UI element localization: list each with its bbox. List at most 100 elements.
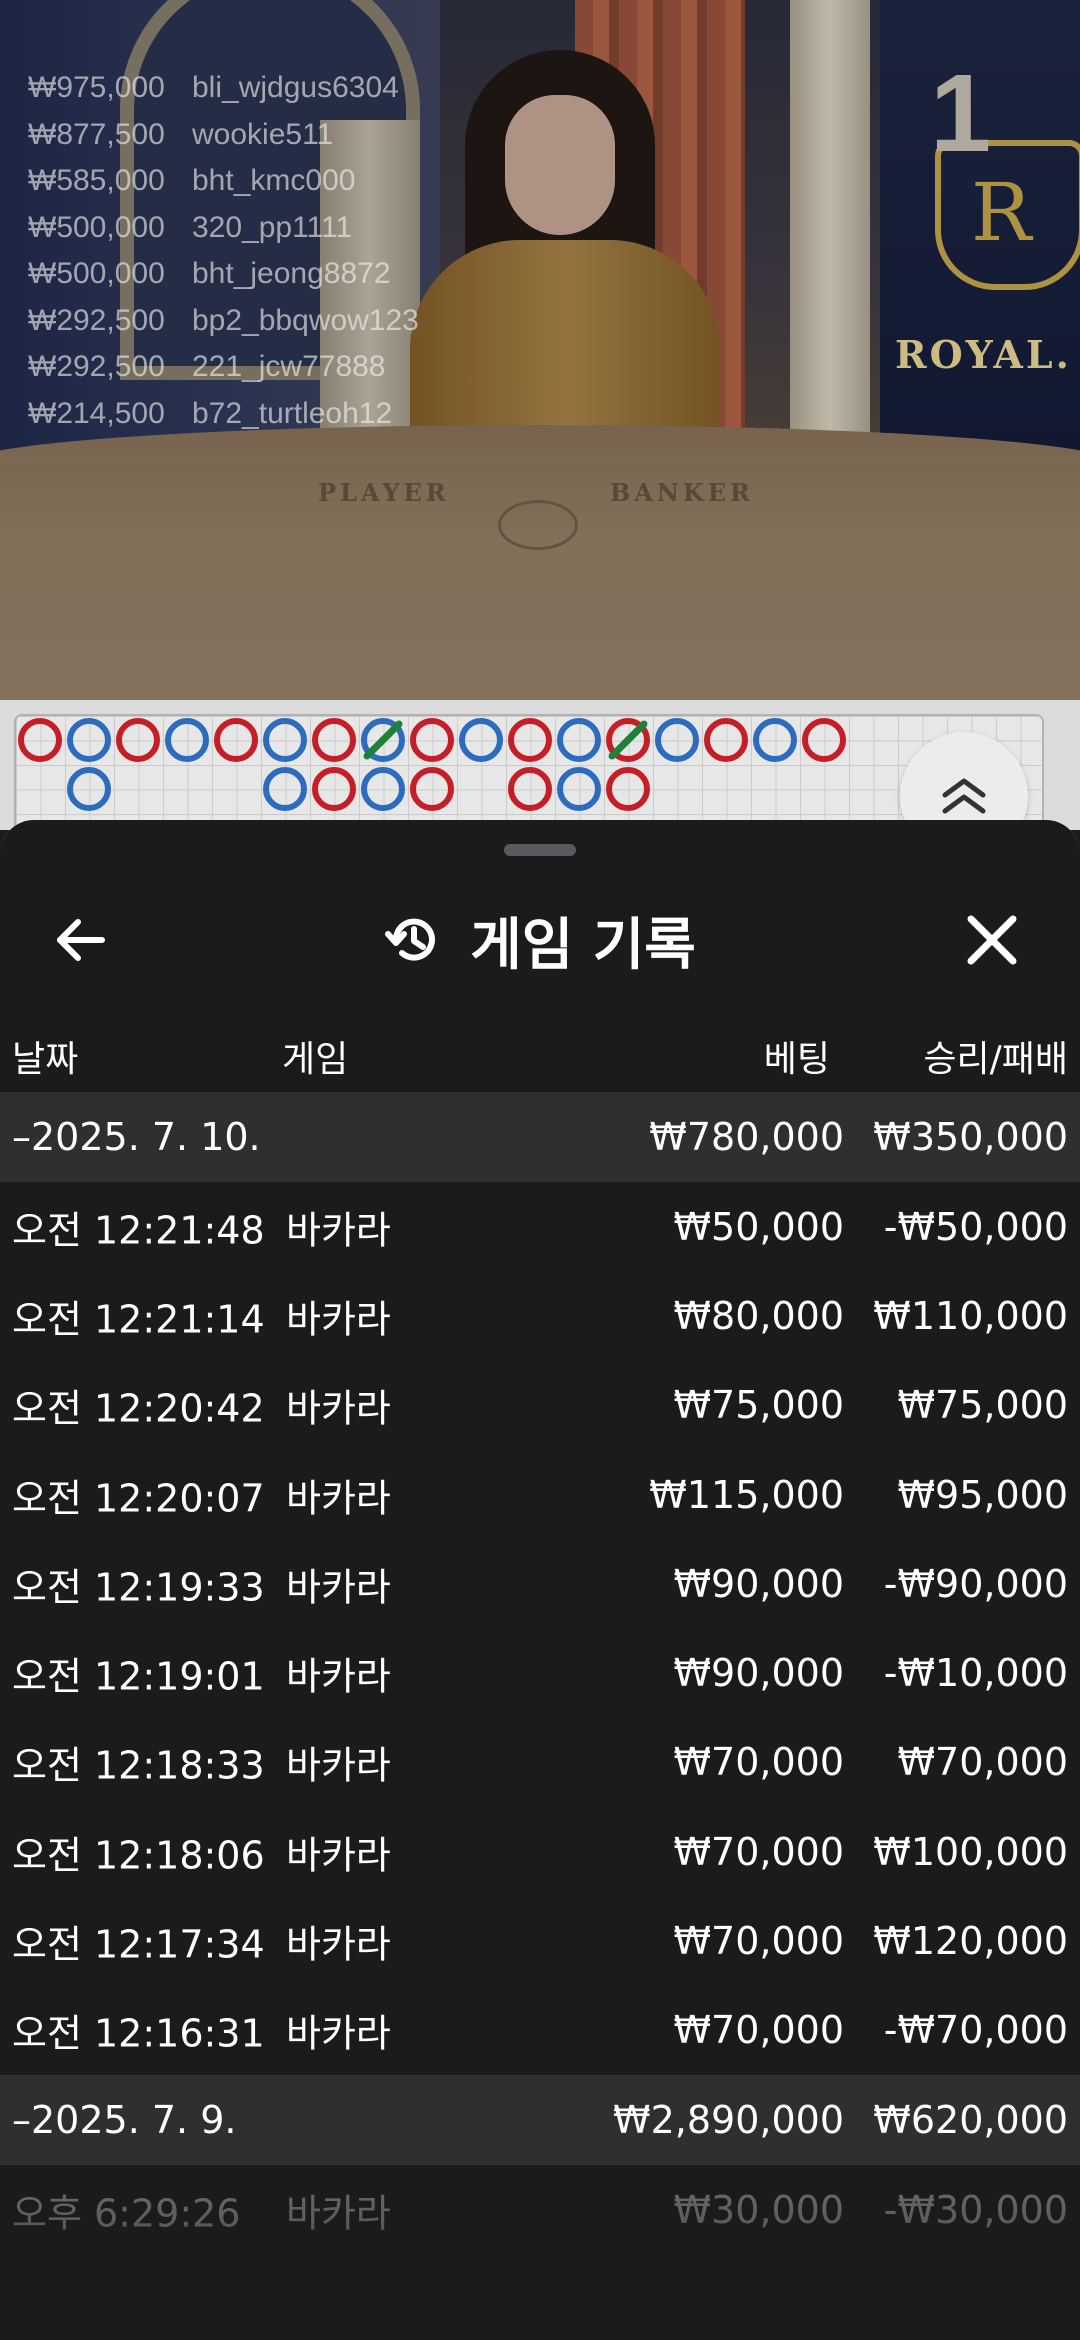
player-bead	[67, 767, 111, 811]
tie-mark	[363, 720, 403, 760]
back-button[interactable]	[40, 900, 120, 980]
ranking-amount: ₩975,000	[28, 71, 165, 105]
banker-bead	[312, 767, 356, 811]
record-result: -₩10,000	[883, 1651, 1068, 1696]
record-bet: ₩115,000	[649, 1472, 844, 1517]
ranking-row: ₩975,000 bli_wjdgus6304	[28, 65, 419, 112]
player-bead	[459, 718, 503, 762]
record-result: ₩95,000	[897, 1472, 1068, 1517]
record-game: 바카라	[286, 1743, 391, 1788]
ranking-row: ₩292,500 221_jcw77888	[28, 344, 419, 391]
brand-text: ROYAL.	[895, 332, 1072, 377]
record-result: ₩70,000	[897, 1740, 1068, 1785]
record-result: ₩120,000	[873, 1919, 1068, 1964]
table-row[interactable]: 오전 12:20:07 바카라 ₩115,000 ₩95,000	[0, 1450, 1080, 1539]
player-bead	[655, 718, 699, 762]
record-game: 바카라	[286, 2011, 391, 2056]
column-header-bet: 베팅	[763, 1039, 830, 1080]
ranking-amount: ₩877,500	[28, 117, 165, 151]
record-bet: ₩90,000	[673, 1651, 844, 1696]
ranking-user: bp2_bbqwow123	[192, 303, 419, 337]
banker-bead	[18, 718, 62, 762]
table-row[interactable]: 오전 12:19:01 바카라 ₩90,000 -₩10,000	[0, 1628, 1080, 1717]
ranking-amount: ₩500,000	[28, 257, 165, 291]
record-bet: ₩75,000	[673, 1383, 844, 1428]
table-row[interactable]: 오전 12:21:14 바카라 ₩80,000 ₩110,000	[0, 1271, 1080, 1360]
record-result: ₩110,000	[873, 1293, 1068, 1338]
table-row[interactable]: 오후 6:29:26 바카라 ₩30,000 -₩30,000	[0, 2165, 1080, 2254]
record-result: -₩70,000	[883, 2008, 1068, 2053]
table-row[interactable]: 오전 12:18:33 바카라 ₩70,000 ₩70,000	[0, 1718, 1080, 1807]
ranking-user: bht_kmc000	[192, 164, 356, 198]
table-row[interactable]: 오전 12:18:06 바카라 ₩70,000 ₩100,000	[0, 1807, 1080, 1896]
banker-bead	[704, 718, 748, 762]
player-bead	[67, 718, 111, 762]
road-marks	[18, 718, 846, 811]
record-bet: ₩70,000	[673, 1919, 844, 1964]
ranking-row: ₩292,500 bp2_bbqwow123	[28, 298, 419, 345]
banker-bead	[606, 767, 650, 811]
record-bet: ₩70,000	[673, 1740, 844, 1785]
banker-bead	[410, 767, 454, 811]
column-headers: 날짜 게임 베팅 승리/패배	[0, 1010, 1080, 1090]
record-game: 바카라	[286, 1654, 391, 1699]
record-time: 오전 12:20:07	[12, 1476, 265, 1521]
date-group-header[interactable]: –2025. 7. 9. ₩2,890,000 ₩620,000	[0, 2074, 1080, 2165]
record-game: 바카라	[286, 1476, 391, 1521]
record-bet: ₩70,000	[673, 1829, 844, 1874]
ranking-row: ₩585,000 bht_kmc000	[28, 158, 419, 205]
group-bet-total: ₩2,890,000	[613, 2097, 844, 2142]
game-history-sheet: 게임 기록 날짜 게임 베팅 승리/패배 –2025. 7. 10. ₩780,0…	[0, 820, 1080, 2340]
record-bet: ₩90,000	[673, 1561, 844, 1606]
record-bet: ₩30,000	[673, 2187, 844, 2232]
group-result-total: ₩620,000	[873, 2097, 1068, 2142]
banker-bead	[508, 718, 552, 762]
record-time: 오전 12:16:31	[12, 2011, 265, 2056]
table-row[interactable]: 오전 12:20:42 바카라 ₩75,000 ₩75,000	[0, 1361, 1080, 1450]
table-row[interactable]: 오전 12:17:34 바카라 ₩70,000 ₩120,000	[0, 1896, 1080, 1985]
banker-bead	[116, 718, 160, 762]
record-time: 오전 12:21:48	[12, 1208, 265, 1253]
sheet-drag-handle[interactable]	[504, 844, 576, 856]
table-label-banker: BANKER	[610, 478, 754, 507]
ranking-user: 320_pp1111	[192, 210, 353, 244]
baccarat-table	[0, 425, 1080, 700]
banker-bead	[508, 767, 552, 811]
tie-mark	[608, 720, 648, 760]
player-bead	[557, 767, 601, 811]
record-game: 바카라	[286, 1565, 391, 1610]
banker-bead	[214, 718, 258, 762]
table-row[interactable]: 오전 12:16:31 바카라 ₩70,000 -₩70,000	[0, 1986, 1080, 2075]
winner-ranking-list: ₩975,000 bli_wjdgus6304 ₩877,500 wookie511 ₩…	[28, 65, 419, 437]
sheet-title: 게임 기록	[470, 912, 696, 978]
ranking-user: wookie511	[192, 117, 334, 151]
ranking-user: bli_wjdgus6304	[192, 71, 399, 105]
record-time: 오전 12:20:42	[12, 1386, 265, 1431]
record-time: 오전 12:17:34	[12, 1922, 265, 1967]
table-label-player: PLAYER	[318, 478, 450, 507]
record-result: -₩30,000	[883, 2187, 1068, 2232]
record-game: 바카라	[286, 1297, 391, 1342]
date-group-header[interactable]: –2025. 7. 10. ₩780,000 ₩350,000	[0, 1092, 1080, 1182]
player-bead	[753, 718, 797, 762]
ranking-amount: ₩292,500	[28, 350, 165, 384]
banker-bead	[312, 718, 356, 762]
dealer	[410, 40, 720, 500]
close-button[interactable]	[952, 900, 1032, 980]
record-time: 오전 12:18:06	[12, 1833, 265, 1878]
table-row[interactable]: 오전 12:21:48 바카라 ₩50,000 -₩50,000	[0, 1182, 1080, 1271]
table-logo	[498, 500, 578, 550]
game-record-list: –2025. 7. 10. ₩780,000 ₩350,000 오전 12:21:48…	[0, 1092, 1080, 2254]
record-time: 오전 12:21:14	[12, 1297, 265, 1342]
table-row[interactable]: 오전 12:19:33 바카라 ₩90,000 -₩90,000	[0, 1539, 1080, 1628]
player-bead	[263, 767, 307, 811]
ranking-row: ₩500,000 320_pp1111	[28, 205, 419, 252]
ranking-amount: ₩585,000	[28, 164, 165, 198]
close-icon	[967, 915, 1017, 965]
column-header-date: 날짜	[12, 1039, 79, 1080]
ranking-user: bht_jeong8872	[192, 257, 391, 291]
record-game: 바카라	[286, 1833, 391, 1878]
player-bead	[361, 767, 405, 811]
record-bet: ₩50,000	[673, 1204, 844, 1249]
record-time: 오전 12:19:01	[12, 1654, 265, 1699]
